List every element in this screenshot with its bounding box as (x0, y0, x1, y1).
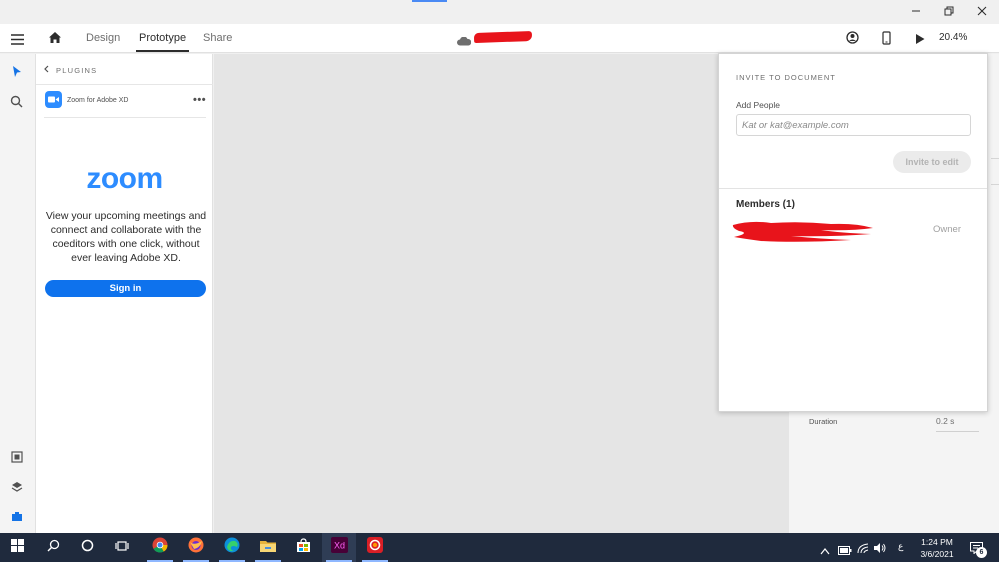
close-button[interactable] (966, 0, 998, 24)
divider (44, 117, 206, 118)
design-canvas[interactable] (214, 54, 789, 533)
taskbar-store[interactable] (286, 533, 320, 562)
clock-time: 1:24 PM (921, 537, 953, 547)
windows-start-icon (10, 538, 24, 557)
sign-in-button[interactable]: Sign in (45, 280, 206, 297)
duration-underline (936, 431, 979, 432)
more-options-button[interactable]: ••• (193, 94, 206, 106)
plugin-name[interactable]: Zoom for Adobe XD (67, 97, 128, 104)
divider (719, 188, 987, 189)
input-language[interactable]: ع (898, 541, 903, 552)
store-icon (296, 537, 311, 558)
tab-prototype[interactable]: Prototype (135, 32, 190, 52)
minimize-button[interactable] (900, 0, 932, 24)
layers-icon[interactable] (11, 480, 23, 498)
taskbar-search-button[interactable] (36, 533, 70, 562)
hamburger-menu-icon[interactable] (11, 32, 24, 50)
battery-icon[interactable] (838, 542, 852, 560)
minimize-icon (911, 3, 921, 21)
search-icon[interactable] (10, 95, 23, 113)
taskbar-adobe-xd[interactable]: Xd (322, 533, 356, 562)
taskbar-edge[interactable] (215, 533, 249, 562)
cortana-circle-icon (81, 539, 94, 557)
file-explorer-icon (260, 539, 276, 557)
restore-button[interactable] (933, 0, 965, 24)
zoom-logo: zoom (86, 162, 163, 195)
mobile-device-icon[interactable] (882, 31, 891, 50)
taskbar-file-explorer[interactable] (251, 533, 285, 562)
email-input[interactable] (736, 114, 971, 136)
tab-design[interactable]: Design (86, 32, 120, 44)
invite-to-edit-button[interactable]: Invite to edit (893, 151, 971, 173)
windows-taskbar: Xd ع 1:24 PM 3/6/2021 6 (0, 533, 999, 562)
restore-icon (944, 3, 954, 21)
clock-date: 3/6/2021 (920, 549, 954, 559)
taskbar-firefox[interactable] (179, 533, 213, 562)
notification-count-badge: 6 (976, 547, 987, 558)
plugins-icon[interactable] (11, 509, 23, 527)
redacted-document-title (473, 30, 533, 44)
duration-label: Duration (809, 417, 838, 426)
wifi-icon[interactable] (857, 541, 869, 559)
task-view-button[interactable] (105, 533, 139, 562)
plugins-heading: PLUGINS (56, 65, 98, 75)
add-people-label: Add People (736, 100, 780, 110)
user-icon[interactable] (846, 31, 859, 49)
adobe-xd-icon: Xd (330, 537, 348, 558)
zoom-camera-icon (45, 91, 62, 108)
svg-text:Xd: Xd (333, 541, 344, 551)
member-role: Owner (933, 224, 961, 235)
divider (36, 84, 213, 85)
plugins-back-link[interactable]: PLUGINS (44, 65, 97, 75)
chevron-up-icon[interactable] (820, 542, 830, 560)
plugins-panel: PLUGINS Zoom for Adobe XD ••• zoom View … (36, 54, 213, 533)
firefox-icon (188, 537, 204, 558)
close-icon (977, 3, 987, 21)
chevron-left-icon (44, 65, 49, 75)
volume-icon[interactable] (873, 541, 887, 559)
select-arrow-icon[interactable] (12, 65, 22, 83)
window-title-bar (0, 0, 999, 24)
cloud-icon (457, 33, 472, 51)
invite-title: INVITE TO DOCUMENT (736, 73, 836, 82)
taskbar-chrome[interactable] (143, 533, 177, 562)
members-heading: Members (1) (736, 199, 795, 210)
home-icon[interactable] (48, 31, 62, 49)
taskbar-clock[interactable]: 1:24 PM 3/6/2021 (912, 536, 962, 560)
play-icon[interactable] (915, 32, 925, 50)
invite-popover: INVITE TO DOCUMENT Add People Invite to … (718, 53, 988, 412)
creative-cloud-icon (367, 537, 383, 558)
zoom-level[interactable]: 20.4% (939, 32, 967, 43)
edge-icon (224, 537, 240, 558)
task-view-icon (115, 539, 129, 557)
plugin-description: View your upcoming meetings and connect … (45, 210, 207, 264)
divider (991, 184, 999, 185)
duration-value[interactable]: 0.2 s (936, 416, 954, 426)
divider (991, 158, 999, 159)
chrome-icon (152, 537, 168, 558)
title-accent-bar (412, 0, 447, 2)
cortana-search-icon (47, 539, 60, 557)
tab-share[interactable]: Share (203, 32, 232, 44)
taskbar-creative-cloud[interactable] (358, 533, 392, 562)
left-toolbar (0, 54, 36, 533)
assets-icon[interactable] (11, 450, 23, 468)
redacted-member-name (732, 221, 873, 242)
cortana-button[interactable] (70, 533, 104, 562)
start-button[interactable] (0, 533, 34, 562)
